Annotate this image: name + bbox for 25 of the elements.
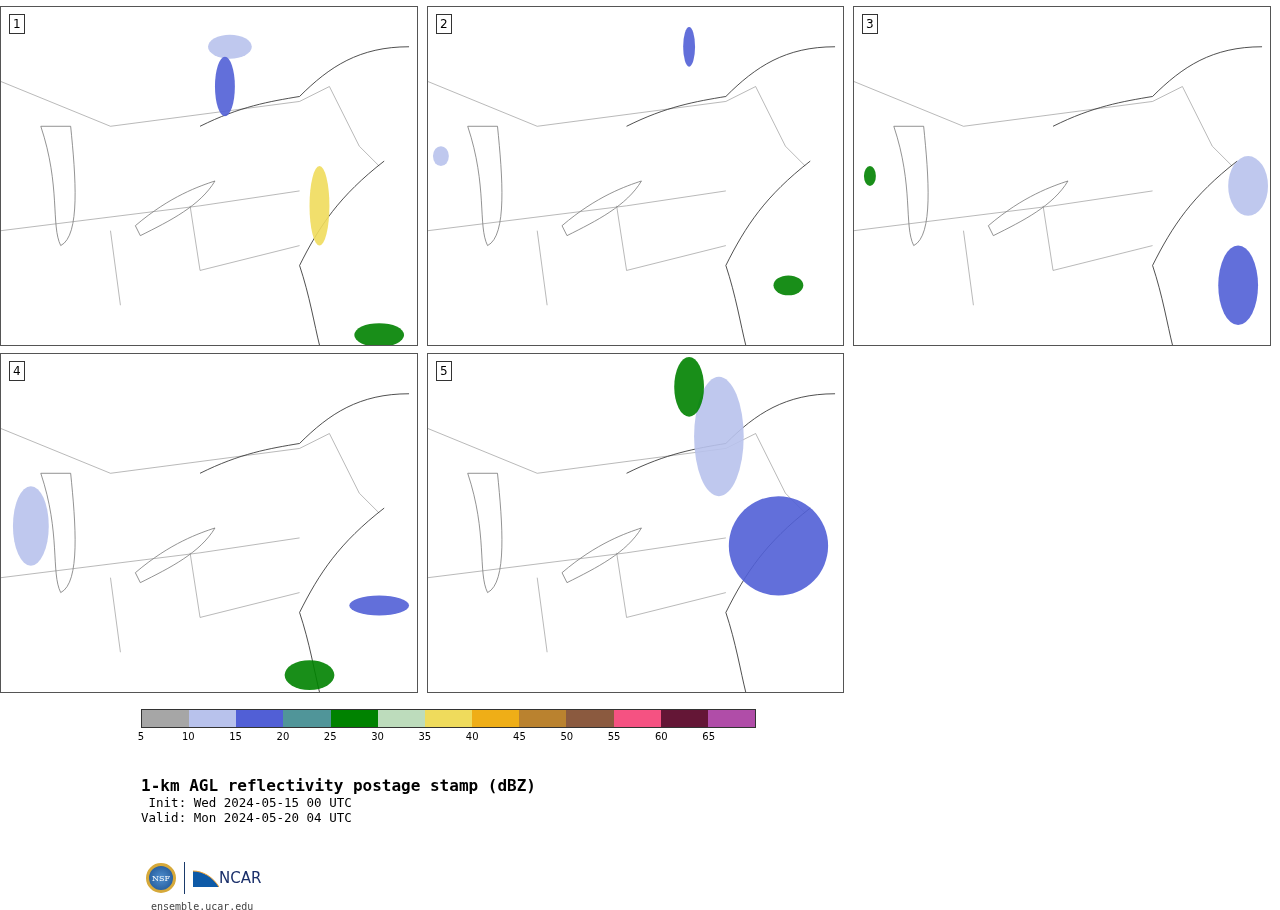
tick-label: 10 <box>181 731 195 742</box>
chart-title: 1-km AGL reflectivity postage stamp (dBZ) <box>141 777 537 795</box>
valid-time: Valid: Mon 2024-05-20 04 UTC <box>141 810 353 825</box>
tick-label: 5 <box>137 731 145 742</box>
tick-label: 40 <box>465 731 479 742</box>
panel-number: 5 <box>436 361 452 381</box>
nsf-logo: NSF <box>146 863 176 893</box>
tick-label: 35 <box>418 731 432 742</box>
tick-label: 65 <box>702 731 716 742</box>
init-time: Init: Wed 2024-05-15 00 UTC <box>147 795 353 810</box>
panel-number: 3 <box>862 14 878 34</box>
panel-number: 1 <box>9 14 25 34</box>
tick-label: 30 <box>371 731 384 742</box>
ncar-mark-icon <box>193 869 219 887</box>
ncar-logo: NCAR <box>219 869 262 887</box>
panel-number: 2 <box>436 14 452 34</box>
tick-label: 25 <box>323 731 337 742</box>
website-url: ensemble.ucar.edu <box>151 901 255 910</box>
tick-label: 60 <box>655 731 668 742</box>
tick-label: 50 <box>560 731 574 742</box>
tick-label: 20 <box>276 731 290 742</box>
tick-label: 45 <box>513 731 526 742</box>
tick-label: 15 <box>229 731 242 742</box>
tick-label: 55 <box>607 731 621 742</box>
panel-number: 4 <box>9 361 25 381</box>
